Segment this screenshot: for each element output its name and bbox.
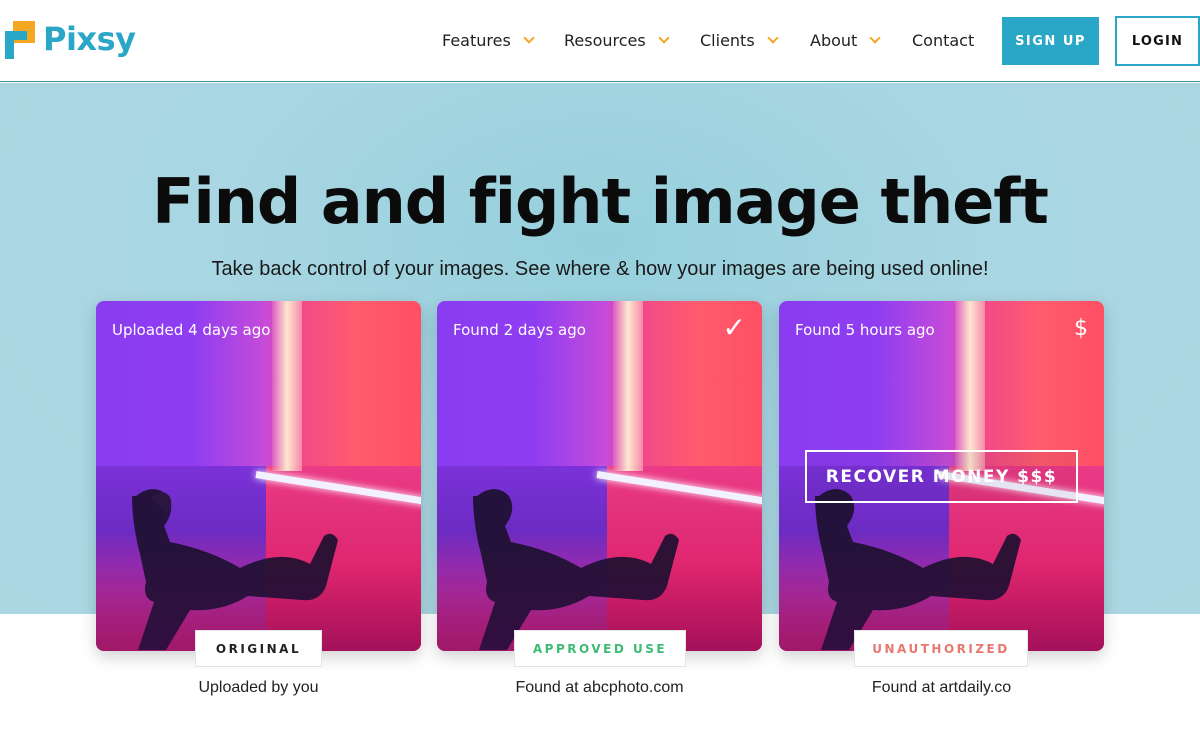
hero-title: Find and fight image theft: [152, 165, 1049, 238]
status-badge-approved: APPROVED USE: [514, 630, 686, 667]
card-time: Found 2 days ago: [453, 321, 586, 339]
chevron-down-icon: [658, 32, 670, 44]
chevron-down-icon: [523, 32, 535, 44]
chevron-down-icon: [869, 32, 881, 44]
signup-button[interactable]: SIGN UP: [1002, 17, 1099, 65]
card-time: Uploaded 4 days ago: [112, 321, 271, 339]
card-caption: Found at artdaily.co: [871, 679, 1012, 696]
nav-item-resources[interactable]: Resources: [564, 31, 670, 50]
login-button[interactable]: LOGIN: [1115, 16, 1200, 66]
status-badge-original: ORIGINAL: [195, 630, 322, 667]
image-card-unauthorized: Found 5 hours ago $ RECOVER MONEY $$$: [779, 301, 1104, 651]
nav-item-contact[interactable]: Contact: [912, 31, 974, 50]
brand-name: Pixsy: [43, 20, 136, 58]
image-card-approved: Found 2 days ago ✓: [437, 301, 762, 651]
card-caption: Uploaded by you: [198, 679, 319, 696]
pixsy-logo-icon: [5, 19, 39, 59]
dollar-icon: $: [1074, 316, 1088, 341]
site-header: Pixsy Features Resources Clients About C…: [0, 0, 1200, 82]
pixsy-logo[interactable]: Pixsy: [5, 19, 136, 59]
image-card-original: Uploaded 4 days ago: [96, 301, 421, 651]
neon-room-photo: [96, 301, 421, 651]
card-caption: Found at abcphoto.com: [515, 679, 684, 696]
nav-item-about[interactable]: About: [810, 31, 881, 50]
hero-subtitle: Take back control of your images. See wh…: [211, 258, 989, 280]
nav-item-clients[interactable]: Clients: [700, 31, 779, 50]
card-time: Found 5 hours ago: [795, 321, 935, 339]
neon-room-photo: [437, 301, 762, 651]
nav-item-features[interactable]: Features: [442, 31, 535, 50]
checkmark-icon: ✓: [722, 311, 746, 344]
status-badge-unauthorized: UNAUTHORIZED: [854, 630, 1028, 667]
chevron-down-icon: [766, 32, 779, 44]
recover-money-button[interactable]: RECOVER MONEY $$$: [805, 450, 1078, 503]
